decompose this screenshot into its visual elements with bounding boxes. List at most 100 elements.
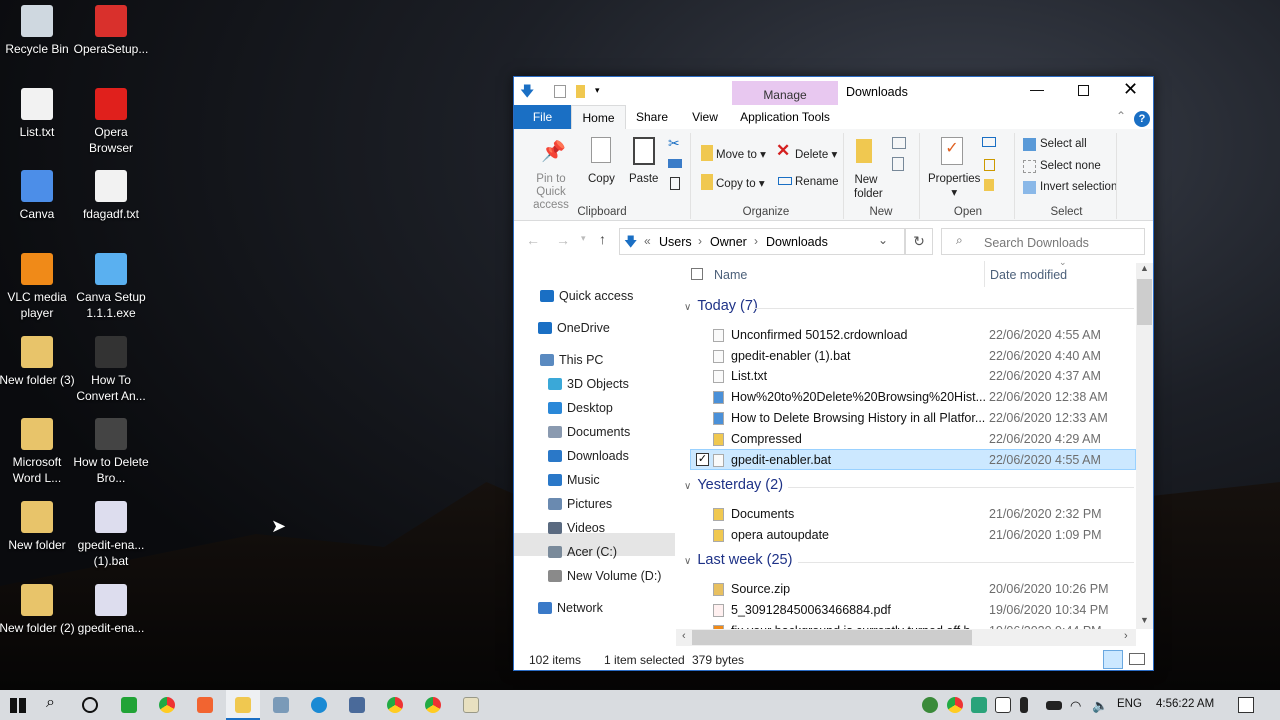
chrome-icon[interactable] bbox=[425, 697, 441, 713]
scroll-up-arrow[interactable]: ▲ bbox=[1140, 263, 1149, 273]
recent-locations-chevron[interactable]: ▾ bbox=[581, 233, 586, 244]
app-tray-icon[interactable] bbox=[971, 697, 987, 713]
chrome-icon[interactable] bbox=[387, 697, 403, 713]
move-to-button[interactable]: Move to ▾ bbox=[716, 147, 766, 161]
copy-to-button[interactable]: Copy to ▾ bbox=[716, 176, 765, 190]
desktop-icon[interactable]: VLC media player bbox=[0, 253, 75, 321]
microphone-icon[interactable] bbox=[1020, 697, 1028, 713]
desktop-icon[interactable]: OperaSetup... bbox=[73, 5, 149, 57]
file-row[interactable]: opera autoupdate 21/06/2020 1:09 PM bbox=[691, 525, 1137, 546]
desktop-icon[interactable]: List.txt bbox=[0, 88, 75, 140]
file-row[interactable]: gpedit-enabler (1).bat 22/06/2020 4:40 AM bbox=[691, 346, 1137, 367]
address-bar[interactable]: 🡇 « Users › Owner › Downloads ⌄ bbox=[619, 228, 905, 255]
nav-item[interactable]: Quick access bbox=[540, 289, 633, 303]
breadcrumb-downloads[interactable]: Downloads bbox=[766, 235, 828, 249]
scroll-down-arrow[interactable]: ▼ bbox=[1140, 615, 1149, 625]
quick-access-arrow-icon[interactable]: 🡇 bbox=[520, 84, 534, 98]
nav-item[interactable]: Downloads bbox=[548, 449, 629, 463]
edge-icon[interactable] bbox=[311, 697, 327, 713]
nav-item[interactable]: This PC bbox=[540, 353, 603, 367]
group-header[interactable]: ∨ Today (7) bbox=[684, 298, 1134, 314]
properties-button[interactable]: Properties ▾ bbox=[928, 173, 980, 199]
file-row[interactable]: Documents 21/06/2020 2:32 PM bbox=[691, 504, 1137, 525]
desktop-icon[interactable]: Recycle Bin bbox=[0, 5, 75, 57]
history-icon[interactable] bbox=[984, 179, 994, 191]
select-all-button[interactable]: Select all bbox=[1040, 138, 1087, 150]
idm-tray-icon[interactable] bbox=[922, 697, 938, 713]
breadcrumb-owner[interactable]: Owner bbox=[710, 235, 747, 249]
file-row[interactable]: 5_309128450063466884.pdf 19/06/2020 10:34… bbox=[691, 600, 1137, 621]
paste-button[interactable]: Paste bbox=[629, 173, 658, 185]
maximize-button[interactable] bbox=[1078, 85, 1089, 96]
delete-button[interactable]: Delete ▾ bbox=[795, 147, 837, 161]
easy-access-icon[interactable] bbox=[892, 157, 904, 171]
forward-button[interactable]: → bbox=[556, 232, 570, 248]
collapse-ribbon-icon[interactable]: ⌃ bbox=[1116, 109, 1126, 123]
details-view-button[interactable] bbox=[1103, 650, 1123, 669]
file-explorer-taskbar-button[interactable] bbox=[226, 690, 260, 720]
scroll-left-arrow[interactable]: ‹ bbox=[682, 630, 686, 642]
nav-item[interactable]: Music bbox=[548, 473, 600, 487]
nav-item[interactable]: Desktop bbox=[548, 401, 613, 415]
edit-icon[interactable] bbox=[984, 159, 995, 171]
battery-icon[interactable] bbox=[1046, 701, 1062, 710]
desktop-icon[interactable]: How To Convert An... bbox=[73, 336, 149, 404]
breadcrumb-users[interactable]: Users bbox=[659, 235, 692, 249]
file-row[interactable]: Compressed 22/06/2020 4:29 AM bbox=[691, 429, 1137, 450]
vertical-scroll-thumb[interactable] bbox=[1137, 279, 1152, 325]
group-header[interactable]: ∨ Yesterday (2) bbox=[684, 477, 1134, 493]
tab-home[interactable]: Home bbox=[571, 105, 626, 129]
app-icon[interactable] bbox=[197, 697, 213, 713]
minimize-button[interactable]: — bbox=[1030, 81, 1044, 97]
group-collapse-chevron-icon[interactable]: ∨ bbox=[684, 481, 691, 492]
file-row[interactable]: How to Delete Browsing History in all Pl… bbox=[691, 408, 1137, 429]
nav-item[interactable]: 3D Objects bbox=[548, 377, 629, 391]
chrome-tray-icon[interactable] bbox=[947, 697, 963, 713]
desktop-icon[interactable]: Canva Setup 1.1.1.exe bbox=[73, 253, 149, 321]
horizontal-scroll-thumb[interactable] bbox=[692, 630, 972, 645]
desktop-icon[interactable]: New folder (3) bbox=[0, 336, 75, 388]
nav-item[interactable]: Acer (C:) bbox=[548, 545, 617, 559]
address-dropdown-icon[interactable]: ⌄ bbox=[878, 233, 888, 247]
notifications-icon[interactable] bbox=[1238, 697, 1254, 713]
new-item-icon[interactable] bbox=[892, 137, 906, 149]
desktop-icon[interactable]: Microsoft Word L... bbox=[0, 418, 75, 486]
group-collapse-chevron-icon[interactable]: ∨ bbox=[684, 302, 691, 313]
column-header-date-modified[interactable]: Date modified bbox=[990, 268, 1067, 282]
customize-qat-chevron-icon[interactable]: ▾ bbox=[595, 85, 600, 96]
file-row[interactable]: List.txt 22/06/2020 4:37 AM bbox=[691, 366, 1137, 387]
desktop-icon[interactable]: New folder (2) bbox=[0, 584, 75, 636]
group-header[interactable]: ∨ Last week (25) bbox=[684, 552, 1134, 568]
group-collapse-chevron-icon[interactable]: ∨ bbox=[684, 556, 691, 567]
file-row[interactable]: Source.zip 20/06/2020 10:26 PM bbox=[691, 579, 1137, 600]
tab-file[interactable]: File bbox=[514, 105, 571, 129]
column-header-name[interactable]: Name bbox=[714, 268, 747, 282]
select-all-checkbox[interactable] bbox=[691, 268, 703, 280]
new-folder-button[interactable]: New folder bbox=[854, 173, 883, 201]
search-icon[interactable]: ⌕ bbox=[46, 694, 55, 712]
desktop-icon[interactable]: New folder bbox=[0, 501, 75, 553]
invert-selection-button[interactable]: Invert selection bbox=[1040, 181, 1117, 193]
scroll-right-arrow[interactable]: › bbox=[1124, 630, 1128, 642]
open-icon[interactable] bbox=[982, 137, 996, 147]
nav-item[interactable]: Documents bbox=[548, 425, 630, 439]
properties-qat-icon[interactable] bbox=[554, 85, 566, 98]
paste-shortcut-icon[interactable] bbox=[670, 177, 680, 190]
volume-icon[interactable]: 🔈 bbox=[1092, 698, 1108, 714]
new-folder-qat-icon[interactable] bbox=[576, 85, 585, 98]
file-row[interactable]: Unconfirmed 50152.crdownload 22/06/2020 4… bbox=[691, 325, 1137, 346]
nav-item[interactable]: OneDrive bbox=[538, 321, 610, 335]
horizontal-scrollbar[interactable]: ‹ › bbox=[676, 629, 1136, 646]
desktop-icon[interactable]: Opera Browser bbox=[73, 88, 149, 156]
nav-item[interactable]: Videos bbox=[548, 521, 605, 535]
nav-item[interactable]: Network bbox=[538, 601, 603, 615]
desktop-icon[interactable]: gpedit-ena... (1).bat bbox=[73, 501, 149, 569]
app-icon[interactable] bbox=[273, 697, 289, 713]
nav-item[interactable]: Pictures bbox=[548, 497, 612, 511]
help-icon[interactable]: ? bbox=[1134, 111, 1150, 127]
row-checkbox[interactable]: ✓ bbox=[696, 453, 709, 467]
desktop-icon[interactable]: gpedit-ena... bbox=[73, 584, 149, 636]
language-indicator[interactable]: ENG bbox=[1117, 698, 1142, 710]
tab-view[interactable]: View bbox=[682, 105, 728, 129]
chrome-icon[interactable] bbox=[159, 697, 175, 713]
